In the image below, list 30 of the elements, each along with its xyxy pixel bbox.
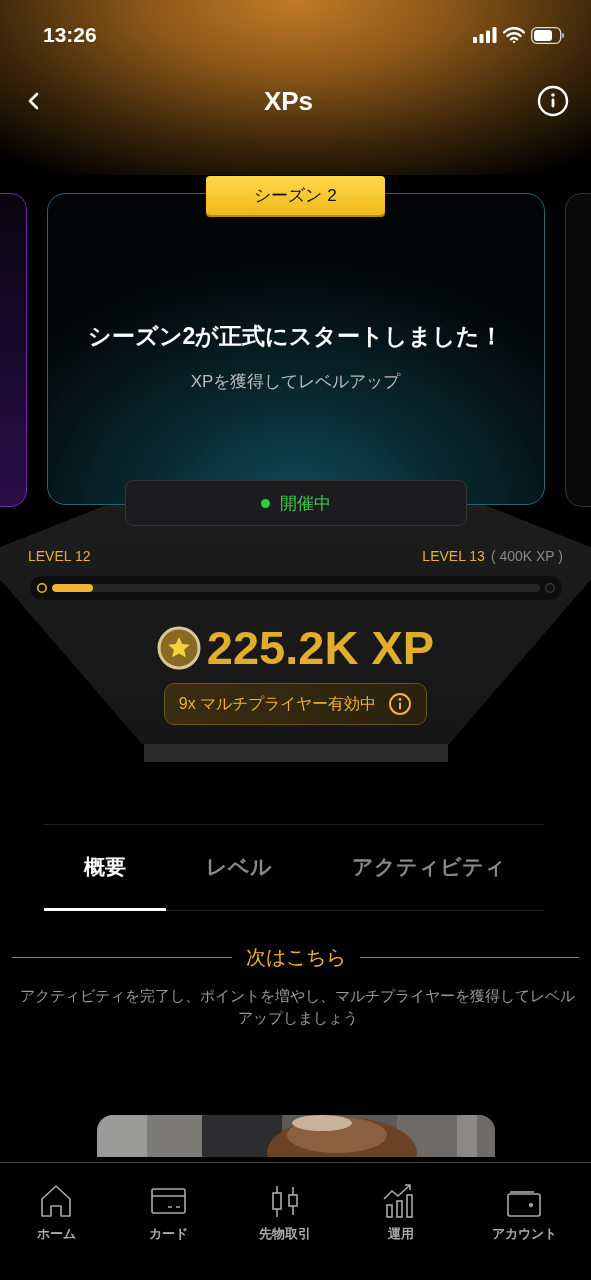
status-label: 開催中	[279, 492, 331, 515]
info-icon	[537, 85, 569, 117]
nav-item[interactable]: ホーム	[30, 1179, 83, 1247]
tab[interactable]: レベル	[166, 825, 312, 911]
section-description: アクティビティを完了し、ポイントを増やし、マルチプライヤーを獲得してレベルアップしましょう	[19, 986, 576, 1028]
xp-amount: 225.2K XP	[206, 620, 435, 675]
signal-icon	[473, 27, 497, 43]
info-icon	[388, 692, 413, 716]
nav-item[interactable]: 先物取引	[254, 1179, 315, 1247]
wifi-icon	[503, 27, 525, 43]
current-level: LEVEL 12	[28, 548, 91, 564]
star-coin-icon	[156, 625, 201, 670]
battery-icon	[531, 26, 565, 44]
nav-item[interactable]: アカウント	[487, 1179, 561, 1247]
section-title: 次はこちら	[245, 945, 346, 970]
start-marker-icon	[35, 582, 48, 594]
next-level: LEVEL 13	[422, 548, 485, 564]
season-badge: シーズン 2	[206, 176, 385, 215]
tab[interactable]: アクティビティ	[312, 825, 546, 911]
season-headline: シーズン2が正式にスタートしました！	[87, 322, 504, 351]
end-marker-icon	[543, 582, 556, 594]
multiplier-button[interactable]: 9x マルチプライヤー有効中	[163, 683, 428, 725]
next-level-xp: ( 400K XP )	[490, 548, 563, 564]
back-icon	[26, 91, 40, 111]
page-title: XPs	[263, 85, 314, 117]
status-time: 13:26	[43, 23, 97, 47]
tab[interactable]: 概要	[44, 825, 166, 911]
nav-item[interactable]: カード	[142, 1179, 195, 1247]
season-subtitle: XPを獲得してレベルアップ	[190, 371, 401, 393]
nav-item[interactable]: 運用	[375, 1179, 428, 1247]
